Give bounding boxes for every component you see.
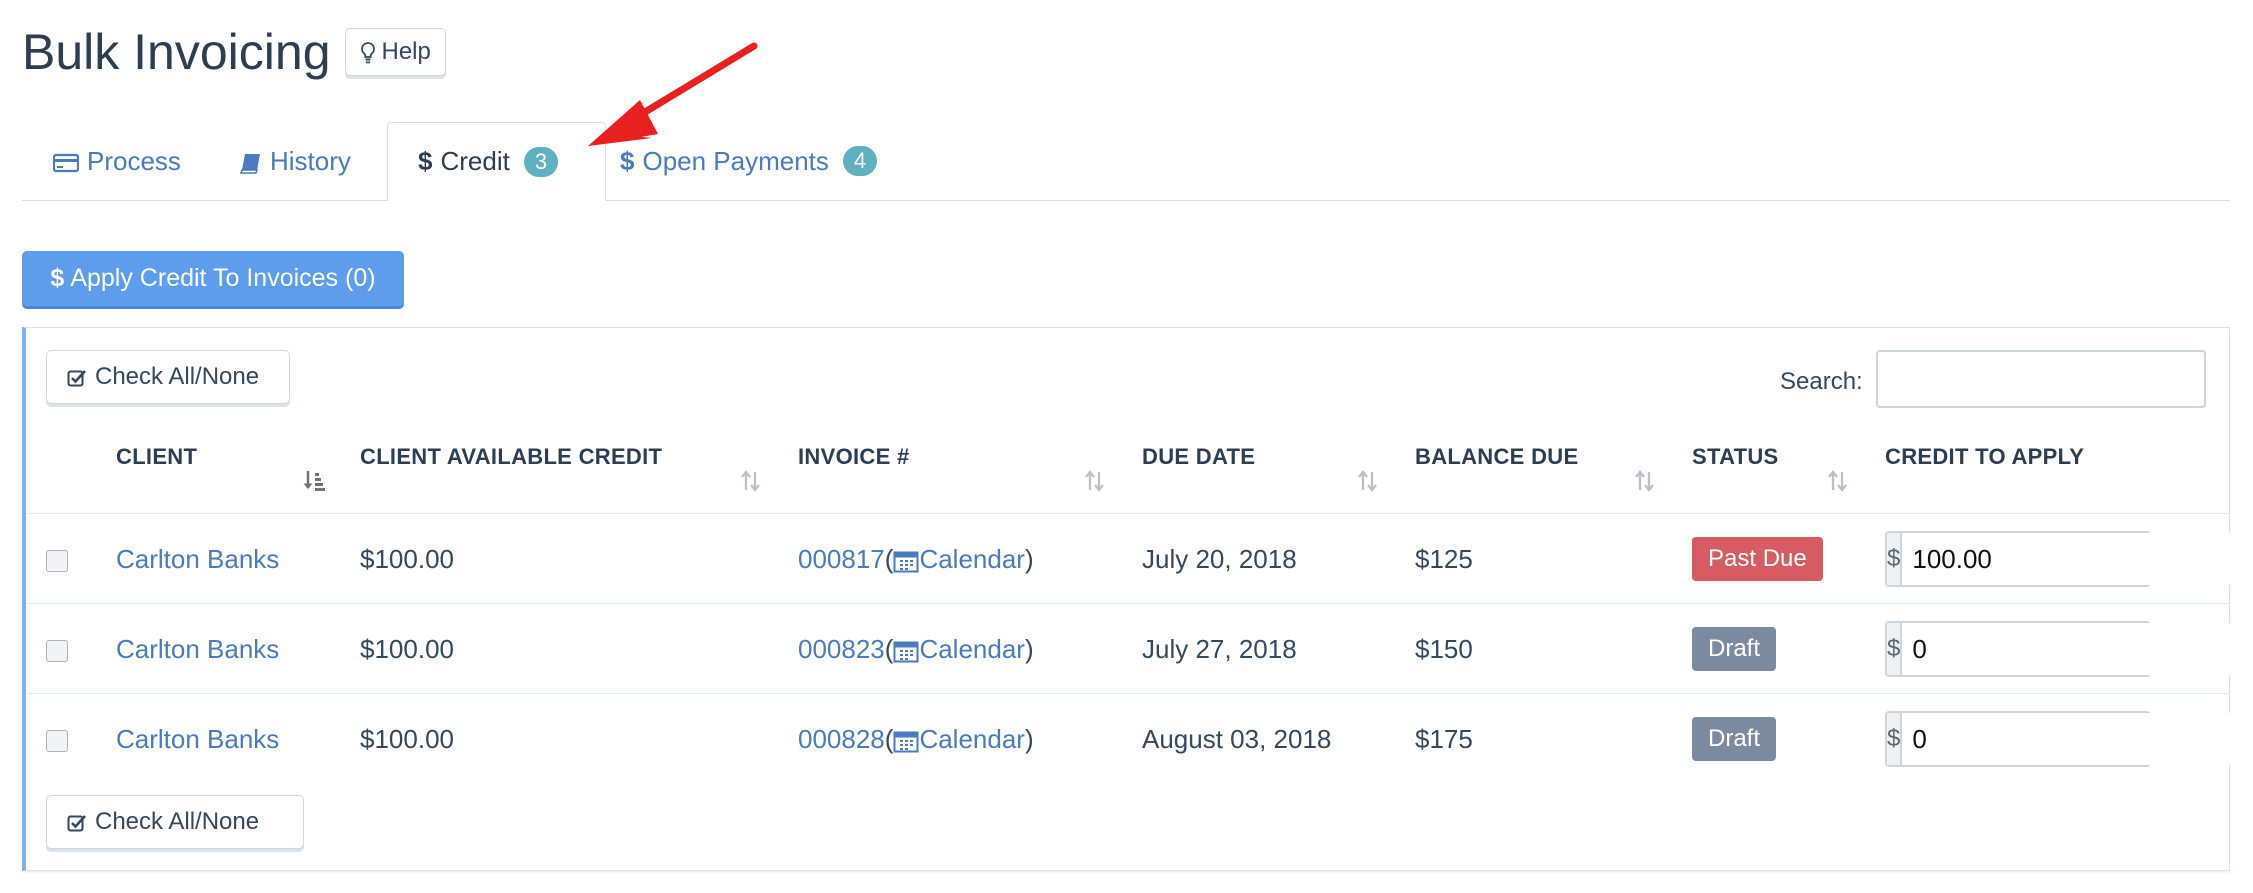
credit-to-apply-group: $	[1885, 711, 2253, 767]
available-credit: $100.00	[360, 724, 454, 754]
calendar-link[interactable]: Calendar	[893, 544, 1025, 574]
client-link[interactable]: Carlton Banks	[116, 629, 279, 669]
sort-both-icon[interactable]	[1084, 466, 1106, 494]
check-square-icon	[67, 808, 87, 836]
help-label: Help	[381, 38, 431, 65]
status-badge: Draft	[1692, 627, 1777, 671]
title-row: Bulk Invoicing Help	[22, 22, 446, 82]
tab-process-label: Process	[87, 145, 181, 176]
tab-process[interactable]: Process	[53, 122, 181, 200]
column-header-credit-to-apply: CREDIT TO APPLY	[1885, 444, 2085, 469]
row-checkbox[interactable]	[46, 640, 68, 662]
due-date: July 27, 2018	[1142, 634, 1297, 664]
status-badge: Past Due	[1692, 537, 1823, 581]
check-all-button-top[interactable]: Check All/None	[46, 350, 290, 404]
book-icon	[240, 146, 262, 177]
column-header-client[interactable]: CLIENT	[116, 444, 197, 470]
check-square-icon	[67, 363, 87, 391]
calendar-icon	[893, 551, 919, 573]
column-header-invoice[interactable]: INVOICE #	[798, 444, 910, 470]
page-title: Bulk Invoicing	[22, 24, 331, 80]
calendar-icon	[893, 641, 919, 663]
balance-due: $175	[1415, 724, 1473, 754]
tab-bar: Process History $ Credit 3 $ Open Paymen…	[22, 122, 2230, 201]
apply-credit-button[interactable]: $ Apply Credit To Invoices (0)	[22, 251, 404, 309]
calendar-icon	[893, 731, 919, 753]
lightbulb-icon	[360, 38, 376, 66]
balance-due: $125	[1415, 544, 1473, 574]
check-all-button-bottom[interactable]: Check All/None	[46, 795, 304, 849]
invoice-link[interactable]: 000823	[798, 634, 885, 664]
row-divider	[26, 603, 2230, 604]
sort-both-icon[interactable]	[1357, 466, 1379, 494]
due-date: July 20, 2018	[1142, 544, 1297, 574]
tab-history-label: History	[270, 145, 351, 176]
tab-credit-badge: 3	[523, 146, 559, 177]
tab-credit[interactable]: $ Credit 3	[387, 122, 606, 201]
column-header-due-date[interactable]: DUE DATE	[1142, 444, 1255, 470]
sort-both-icon[interactable]	[740, 466, 762, 494]
apply-credit-label: Apply Credit To Invoices (0)	[70, 264, 376, 292]
available-credit: $100.00	[360, 634, 454, 664]
check-all-label: Check All/None	[95, 363, 260, 390]
row-checkbox[interactable]	[46, 730, 68, 752]
balance-due: $150	[1415, 634, 1473, 664]
invoice-cell: 000823(Calendar)	[798, 634, 1034, 664]
credit-to-apply-group: $	[1885, 621, 2253, 677]
column-header-status[interactable]: STATUS	[1692, 444, 1779, 470]
invoice-link[interactable]: 000828	[798, 724, 885, 754]
status-badge: Draft	[1692, 717, 1777, 761]
client-link[interactable]: Carlton Banks	[116, 719, 279, 759]
search-input[interactable]	[1876, 350, 2206, 408]
due-date: August 03, 2018	[1142, 724, 1332, 754]
currency-addon: $	[1887, 533, 1903, 585]
search-label: Search:	[1780, 368, 1863, 395]
credit-to-apply-input[interactable]	[1902, 713, 2253, 765]
invoice-cell: 000828(Calendar)	[798, 724, 1034, 754]
credit-table-panel: Check All/None Search: CLIENT CLIENT AVA…	[22, 327, 2253, 871]
currency-addon: $	[1887, 713, 1903, 765]
calendar-label: Calendar	[919, 544, 1025, 574]
calendar-label: Calendar	[919, 634, 1025, 664]
credit-to-apply-input[interactable]	[1902, 623, 2253, 675]
check-all-label: Check All/None	[95, 808, 260, 835]
sort-both-icon[interactable]	[1634, 466, 1656, 494]
tab-history[interactable]: History	[240, 122, 351, 200]
credit-to-apply-group: $	[1885, 531, 2253, 587]
tab-credit-label: Credit	[440, 146, 510, 176]
calendar-link[interactable]: Calendar	[893, 634, 1025, 664]
client-link[interactable]: Carlton Banks	[116, 539, 279, 579]
dollar-icon: $	[418, 146, 433, 176]
row-divider	[26, 513, 2230, 514]
row-divider	[26, 693, 2230, 694]
tab-open-payments-badge: 4	[842, 146, 878, 176]
credit-card-icon	[53, 146, 79, 177]
calendar-link[interactable]: Calendar	[893, 724, 1025, 754]
row-checkbox[interactable]	[46, 550, 68, 572]
annotation-arrow-icon	[588, 42, 758, 146]
column-header-available-credit[interactable]: CLIENT AVAILABLE CREDIT	[360, 444, 662, 470]
calendar-label: Calendar	[919, 724, 1025, 754]
credit-to-apply-input[interactable]	[1902, 533, 2253, 585]
sort-asc-icon[interactable]	[302, 466, 326, 494]
help-button[interactable]: Help	[344, 28, 446, 76]
column-header-balance-due[interactable]: BALANCE DUE	[1415, 444, 1578, 470]
invoice-cell: 000817(Calendar)	[798, 544, 1034, 574]
sort-both-icon[interactable]	[1827, 466, 1849, 494]
invoice-link[interactable]: 000817	[798, 544, 885, 574]
currency-addon: $	[1887, 623, 1903, 675]
available-credit: $100.00	[360, 544, 454, 574]
dollar-icon: $	[50, 264, 65, 292]
